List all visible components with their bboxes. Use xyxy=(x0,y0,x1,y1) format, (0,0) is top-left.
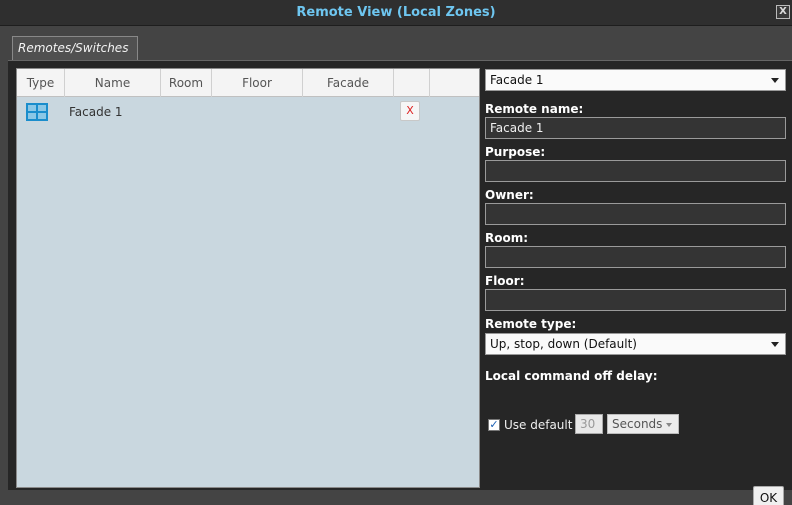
tab-content: Type Name Room Floor Facade Facade 1 X F… xyxy=(8,60,792,505)
column-header-name[interactable]: Name xyxy=(65,69,161,97)
column-header-actions xyxy=(394,69,430,97)
delay-unit-value: Seconds xyxy=(612,417,663,431)
tab-remotes-switches[interactable]: Remotes/Switches xyxy=(12,36,138,60)
room-label: Room: xyxy=(485,231,529,245)
delay-unit-dropdown[interactable]: Seconds xyxy=(607,414,679,434)
chevron-down-icon xyxy=(666,423,672,427)
grid-header: Type Name Room Floor Facade xyxy=(17,69,479,97)
remote-type-dropdown[interactable]: Up, stop, down (Default) xyxy=(485,333,786,355)
chevron-down-icon xyxy=(771,78,779,83)
remote-name-field[interactable]: Facade 1 xyxy=(485,117,786,139)
use-default-label[interactable]: Use default xyxy=(504,418,572,432)
column-header-facade[interactable]: Facade xyxy=(303,69,394,97)
owner-label: Owner: xyxy=(485,188,534,202)
close-icon[interactable]: X xyxy=(776,5,790,19)
delay-input[interactable]: 30 xyxy=(575,414,603,434)
floor-label: Floor: xyxy=(485,274,525,288)
use-default-checkbox[interactable]: ✓ xyxy=(488,419,500,431)
purpose-label: Purpose: xyxy=(485,145,546,159)
remote-name-label: Remote name: xyxy=(485,102,584,116)
window-grid-icon xyxy=(26,103,48,121)
floor-field[interactable] xyxy=(485,289,786,311)
column-header-room[interactable]: Room xyxy=(161,69,212,97)
remote-selector-dropdown[interactable]: Facade 1 xyxy=(485,69,786,91)
delete-button[interactable]: X xyxy=(400,101,420,121)
table-row[interactable]: Facade 1 X xyxy=(17,101,479,125)
column-header-floor[interactable]: Floor xyxy=(212,69,303,97)
chevron-down-icon xyxy=(771,342,779,347)
dialog-body: Remotes/Switches Type Name Room Floor Fa… xyxy=(0,26,792,505)
owner-field[interactable] xyxy=(485,203,786,225)
title-bar: Remote View (Local Zones) X xyxy=(0,0,792,26)
purpose-field[interactable] xyxy=(485,160,786,182)
delay-label: Local command off delay: xyxy=(485,369,658,383)
row-name: Facade 1 xyxy=(69,105,123,119)
remote-selector-value: Facade 1 xyxy=(490,73,544,87)
window-title: Remote View (Local Zones) xyxy=(296,5,496,20)
remote-type-value: Up, stop, down (Default) xyxy=(490,337,637,351)
column-header-type[interactable]: Type xyxy=(17,69,65,97)
remote-type-label: Remote type: xyxy=(485,317,577,331)
remotes-grid[interactable]: Type Name Room Floor Facade Facade 1 X xyxy=(16,68,480,488)
ok-button[interactable]: OK xyxy=(753,486,784,505)
room-field[interactable] xyxy=(485,246,786,268)
